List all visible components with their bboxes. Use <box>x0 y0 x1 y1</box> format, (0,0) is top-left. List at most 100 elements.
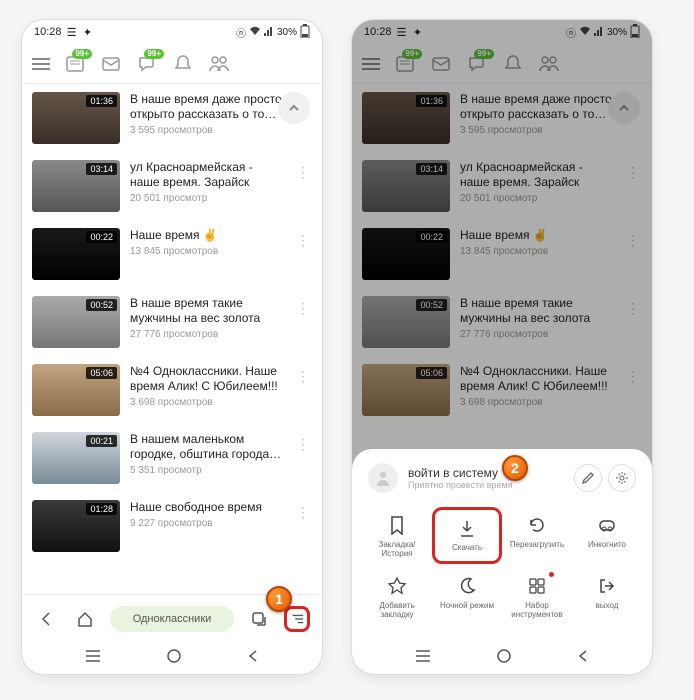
messages-icon[interactable] <box>100 53 122 75</box>
nfc-icon: ⓝ <box>236 25 246 40</box>
browser-menu-button[interactable] <box>284 606 310 632</box>
menu-label: Инкогнито <box>588 541 626 550</box>
friends-icon[interactable] <box>208 53 230 75</box>
phone-right: 10:28 ☰ ✦ ⓝ 30% 99+ 99+ 01:36 В наше вре… <box>352 20 652 674</box>
video-thumbnail[interactable]: 00:52 <box>32 296 120 348</box>
video-duration: 05:06 <box>86 367 117 379</box>
video-thumbnail[interactable]: 01:28 <box>32 500 120 552</box>
menu-label: Набор инструментов <box>504 602 570 620</box>
battery-icon <box>300 24 310 41</box>
incognito-icon <box>595 513 619 537</box>
feed-icon[interactable]: 99+ <box>64 53 86 75</box>
back-nav-button[interactable] <box>246 649 260 668</box>
video-views: 3 698 просмотров <box>130 397 284 408</box>
step-marker-1: 1 <box>266 586 292 612</box>
menu-label: Перезагрузить <box>510 541 564 550</box>
video-item[interactable]: 05:06 №4 Одноклассники. Наше время Алик!… <box>22 356 322 424</box>
android-nav-bar <box>352 642 652 674</box>
video-title: В наше время даже просто открыто рассказ… <box>130 92 284 122</box>
video-item[interactable]: 01:28 Наше свободное время 9 227 просмот… <box>22 492 322 560</box>
login-link[interactable]: войти в систему <box>408 466 564 480</box>
video-title: ул Красноармейская - наше время. Зарайск <box>130 160 284 190</box>
home-nav-button[interactable] <box>166 648 182 669</box>
video-item[interactable]: 00:21 В нашем маленьком городке, обштина… <box>22 424 322 492</box>
video-duration: 00:22 <box>86 231 117 243</box>
notifications-icon[interactable] <box>172 53 194 75</box>
menu-label: Ночной режим <box>440 602 494 611</box>
back-button[interactable] <box>34 606 60 632</box>
video-title: В нашем маленьком городке, обштина город… <box>130 432 284 462</box>
video-thumbnail[interactable]: 01:36 <box>32 92 120 144</box>
video-views: 27 776 просмотров <box>130 329 284 340</box>
video-more-button[interactable]: ⋮ <box>294 160 312 185</box>
menu-grid[interactable]: Набор инструментов <box>502 568 572 626</box>
recents-button[interactable] <box>414 649 432 668</box>
feed-badge: 99+ <box>72 49 92 59</box>
menu-icon[interactable] <box>32 58 50 70</box>
menu-download[interactable]: Скачать <box>432 507 502 565</box>
video-views: 9 227 просмотров <box>130 518 284 529</box>
video-more-button[interactable]: ⋮ <box>294 432 312 457</box>
step-marker-2: 2 <box>502 455 528 481</box>
tabs-button[interactable] <box>246 606 272 632</box>
status-bar: 10:28 ☰ ✦ ⓝ 30% <box>22 20 322 44</box>
notif-icon-2: ✦ <box>82 26 94 38</box>
menu-moon[interactable]: Ночной режим <box>432 568 502 626</box>
video-item[interactable]: 03:14 ул Красноармейская - наше время. З… <box>22 152 322 220</box>
video-thumbnail[interactable]: 00:21 <box>32 432 120 484</box>
video-item[interactable]: 00:22 Наше время ✌️ 13 845 просмотров ⋮ <box>22 220 322 288</box>
edit-button[interactable] <box>574 464 602 492</box>
menu-reload[interactable]: Перезагрузить <box>502 507 572 565</box>
grid-icon <box>525 574 549 598</box>
user-avatar[interactable] <box>368 463 398 493</box>
video-item[interactable]: 01:36 В наше время даже просто открыто р… <box>22 84 322 152</box>
status-time: 10:28 <box>34 26 62 38</box>
video-duration: 01:36 <box>86 95 117 107</box>
menu-exit[interactable]: выход <box>572 568 642 626</box>
menu-label: Закладка/История <box>364 541 430 559</box>
discussions-icon[interactable]: 99+ <box>136 53 158 75</box>
bookmark-icon <box>385 513 409 537</box>
menu-bookmark[interactable]: Закладка/История <box>362 507 432 565</box>
video-more-button[interactable]: ⋮ <box>294 500 312 525</box>
video-title: Наше время ✌️ <box>130 228 284 243</box>
settings-button[interactable] <box>608 464 636 492</box>
video-more-button[interactable]: ⋮ <box>294 228 312 253</box>
video-title: №4 Одноклассники. Наше время Алик! С Юби… <box>130 364 284 394</box>
video-views: 13 845 просмотров <box>130 246 284 257</box>
menu-label: Скачать <box>452 544 482 553</box>
signal-icon <box>264 26 274 39</box>
menu-label: выход <box>596 602 619 611</box>
login-subtitle: Приятно провести время <box>408 480 564 490</box>
phone-left: 10:28 ☰ ✦ ⓝ 30% 99+ 99 <box>22 20 322 674</box>
video-feed: 01:36 В наше время даже просто открыто р… <box>22 84 322 594</box>
download-icon <box>455 516 479 540</box>
browser-menu-sheet: войти в систему Приятно провести время З… <box>352 449 652 642</box>
video-more-button[interactable]: ⋮ <box>294 296 312 321</box>
menu-star[interactable]: Добавить закладку <box>362 568 432 626</box>
video-thumbnail[interactable]: 00:22 <box>32 228 120 280</box>
disc-badge: 99+ <box>144 49 164 59</box>
video-thumbnail[interactable]: 05:06 <box>32 364 120 416</box>
android-nav-bar <box>22 642 322 674</box>
home-button[interactable] <box>72 606 98 632</box>
video-item[interactable]: 00:52 В наше время такие мужчины на вес … <box>22 288 322 356</box>
menu-incognito[interactable]: Инкогнито <box>572 507 642 565</box>
back-nav-button[interactable] <box>576 649 590 668</box>
address-pill[interactable]: Одноклассники <box>110 606 234 632</box>
video-duration: 00:21 <box>86 435 117 447</box>
app-header: 99+ 99+ <box>22 44 322 84</box>
menu-label: Добавить закладку <box>364 602 430 620</box>
video-more-button[interactable]: ⋮ <box>294 364 312 389</box>
video-thumbnail[interactable]: 03:14 <box>32 160 120 212</box>
wifi-icon <box>249 26 261 39</box>
exit-icon <box>595 574 619 598</box>
battery-text: 30% <box>277 27 297 38</box>
recents-button[interactable] <box>84 649 102 668</box>
moon-icon <box>455 574 479 598</box>
reload-icon <box>525 513 549 537</box>
video-views: 20 501 просмотр <box>130 193 284 204</box>
video-duration: 00:52 <box>86 299 117 311</box>
scroll-top-button[interactable] <box>278 92 310 124</box>
home-nav-button[interactable] <box>496 648 512 669</box>
